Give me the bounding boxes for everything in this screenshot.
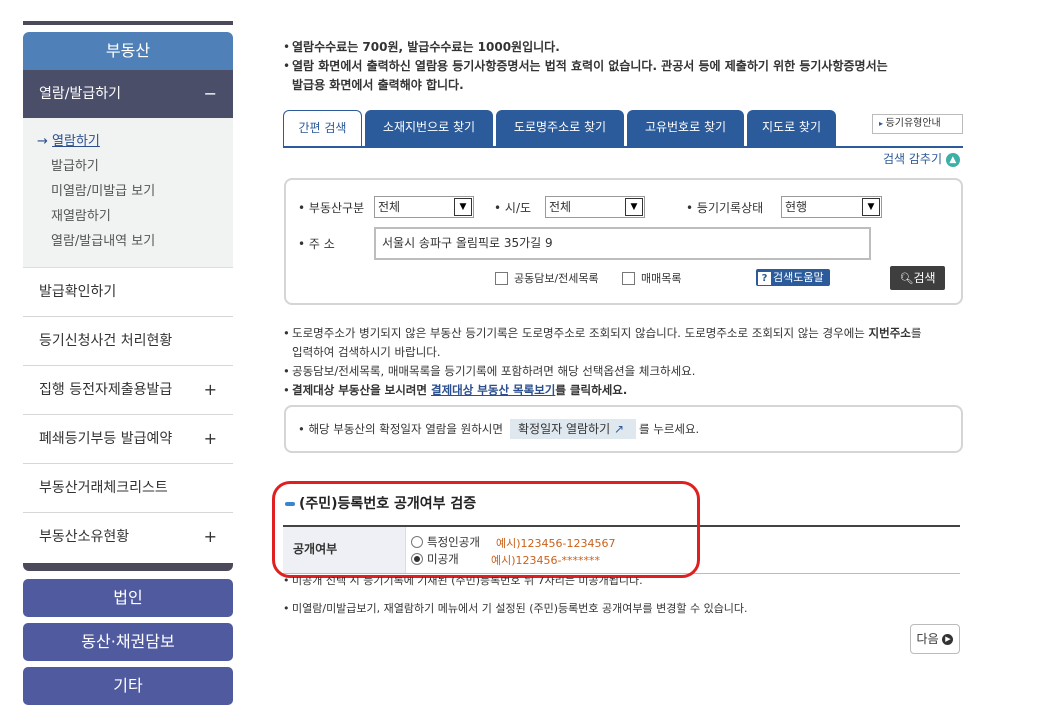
- tab-simple-search[interactable]: 간편 검색: [283, 110, 362, 148]
- search-button[interactable]: 🔍︎검색: [890, 266, 945, 290]
- expand-icon[interactable]: +: [204, 415, 217, 463]
- sidebar-item-ownership[interactable]: 부동산소유현황 +: [23, 513, 233, 562]
- sidebar-top-line: [23, 21, 233, 25]
- arrow-right-icon: ▶: [942, 634, 954, 645]
- sidebar-submenu: → 열람하기 발급하기 미열람/미발급 보기 재열람하기 열람/발급내역 보기: [23, 118, 233, 268]
- submenu-item-view[interactable]: → 열람하기: [23, 132, 233, 157]
- submenu-item-history[interactable]: 열람/발급내역 보기: [23, 232, 233, 257]
- sidebar-item-label: 열람/발급하기: [39, 86, 121, 102]
- arrow-icon: →: [37, 134, 53, 149]
- sales-list-label: 매매목록: [641, 272, 682, 285]
- region-label: • 시/도: [494, 201, 532, 215]
- sidebar-item-status[interactable]: 등기신청사건 처리현황: [23, 317, 233, 366]
- chevron-down-icon: ▼: [454, 198, 472, 216]
- tab-unique-number[interactable]: 고유번호로 찾기: [627, 110, 744, 148]
- highlight-annotation: [272, 481, 700, 578]
- confirm-date-view-button[interactable]: 확정일자 열람하기 ↗: [510, 419, 636, 439]
- sidebar-etc-button[interactable]: 기타: [23, 667, 233, 705]
- joint-collateral-label: 공동담보/전세목록: [514, 272, 599, 285]
- sidebar-item-enforcement[interactable]: 집행 등전자제출용발급 +: [23, 366, 233, 415]
- sales-list-checkbox[interactable]: [622, 272, 635, 285]
- tab-road-address[interactable]: 도로명주소로 찾기: [496, 110, 624, 148]
- top-notes: • 열람수수료는 700원, 발급수수료는 1000원입니다. • 열람 화면에서 …: [283, 40, 888, 92]
- chevron-down-icon: ▼: [625, 198, 643, 216]
- payment-property-list-link[interactable]: 결제대상 부동산 목록보기: [431, 383, 555, 397]
- collapse-icon[interactable]: −: [204, 70, 217, 118]
- expand-icon[interactable]: +: [204, 366, 217, 414]
- tab-map[interactable]: 지도로 찾기: [747, 110, 836, 148]
- submenu-item-review[interactable]: 재열람하기: [23, 207, 233, 232]
- property-type-select[interactable]: 전체 ▼: [374, 196, 474, 218]
- registry-type-guide-button[interactable]: ▸ 등기유형안내: [872, 114, 963, 134]
- bottom-notes: • 미공개 선택 시 등기기록에 기재된 (주민)등록번호 뒤 7자리는 미공개됩…: [283, 577, 748, 615]
- sidebar-bottom-line: [23, 563, 233, 571]
- region-select[interactable]: 전체 ▼: [545, 196, 645, 218]
- next-button[interactable]: 다음 ▶: [910, 624, 960, 654]
- chevron-up-icon: ▲: [945, 152, 960, 167]
- tab-lot-number[interactable]: 소재지번으로 찾기: [365, 110, 493, 148]
- submenu-item-unviewed[interactable]: 미열람/미발급 보기: [23, 182, 233, 207]
- confirm-date-suffix: 를 누르세요.: [639, 422, 700, 436]
- sidebar-item-checklist[interactable]: 부동산거래체크리스트: [23, 464, 233, 513]
- property-type-label: • 부동산구분: [298, 201, 365, 215]
- sidebar-item-view-issue[interactable]: 열람/발급하기 −: [23, 70, 233, 118]
- address-label: • 주 소: [298, 237, 335, 251]
- chevron-down-icon: ▼: [862, 198, 880, 216]
- sidebar-header[interactable]: 부동산: [23, 32, 233, 70]
- confirm-date-text: • 해당 부동산의 확정일자 열람을 원하시면: [298, 422, 503, 436]
- record-status-label: • 등기기록상태: [686, 201, 764, 215]
- expand-icon[interactable]: +: [204, 513, 217, 561]
- middle-notes: • 도로명주소가 병기되지 않은 부동산 등기기록은 도로명주소로 조회되지 않습…: [283, 326, 922, 397]
- search-icon: 🔍︎: [899, 272, 914, 285]
- search-help-button[interactable]: ? 검색도움말: [756, 269, 830, 286]
- record-status-select[interactable]: 현행 ▼: [781, 196, 882, 218]
- question-icon: ?: [758, 272, 771, 285]
- external-link-icon: ↗: [613, 422, 625, 436]
- sidebar-corporation-button[interactable]: 법인: [23, 579, 233, 617]
- joint-collateral-checkbox[interactable]: [495, 272, 508, 285]
- submenu-item-issue[interactable]: 발급하기: [23, 157, 233, 182]
- tab-underline: [283, 146, 963, 148]
- address-input[interactable]: 서울시 송파구 올림픽로 35가길 9: [374, 227, 871, 260]
- hide-search-toggle[interactable]: 검색 감추기 ▲: [883, 150, 960, 167]
- sidebar-movable-button[interactable]: 동산·채권담보: [23, 623, 233, 661]
- sidebar-item-confirm[interactable]: 발급확인하기: [23, 268, 233, 317]
- sidebar-item-closed-reservation[interactable]: 폐쇄등기부등 발급예약 +: [23, 415, 233, 464]
